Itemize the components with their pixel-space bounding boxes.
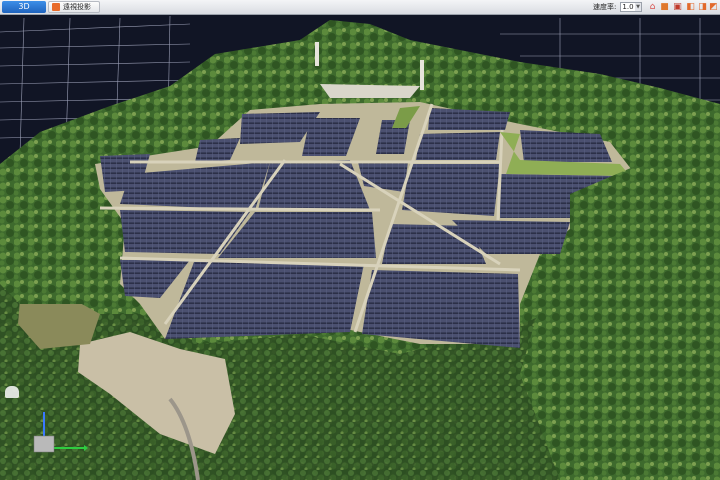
point-cloud-viewer: 3D 遠視投影 速度率: 1.0 ▼ ⌂ ■ ▣ ◧ ◨ ◩ bbox=[0, 0, 720, 480]
point-cloud-scene bbox=[0, 14, 720, 480]
tab-ortho-projection[interactable]: 遠視投影 bbox=[48, 1, 100, 13]
cube-icon[interactable]: ■ bbox=[660, 2, 669, 12]
view-front-icon[interactable]: ◧ bbox=[686, 2, 695, 12]
speed-select[interactable]: 1.0 ▼ bbox=[620, 2, 642, 12]
chevron-down-icon: ▼ bbox=[635, 3, 641, 11]
tower-structure bbox=[420, 60, 424, 90]
tower-structure-2 bbox=[315, 42, 319, 66]
home-icon[interactable]: ⌂ bbox=[648, 2, 657, 12]
tab-ortho-label: 遠視投影 bbox=[63, 3, 91, 11]
view-cube bbox=[33, 435, 55, 453]
speed-label: 速度率: bbox=[593, 3, 617, 11]
view-side-icon[interactable]: ◨ bbox=[698, 2, 707, 12]
tab-3d[interactable]: 3D bbox=[2, 1, 46, 13]
view-handle[interactable] bbox=[5, 386, 19, 398]
box-icon[interactable]: ▣ bbox=[673, 2, 682, 12]
hilltop-clearing bbox=[320, 84, 420, 98]
projection-icon bbox=[52, 3, 60, 11]
axis-gizmo bbox=[33, 412, 88, 453]
3d-viewport[interactable] bbox=[0, 14, 720, 480]
view-top-icon[interactable]: ◩ bbox=[709, 2, 718, 12]
top-toolbar: 3D 遠視投影 速度率: 1.0 ▼ ⌂ ■ ▣ ◧ ◨ ◩ bbox=[0, 0, 720, 15]
speed-value: 1.0 bbox=[622, 3, 634, 11]
